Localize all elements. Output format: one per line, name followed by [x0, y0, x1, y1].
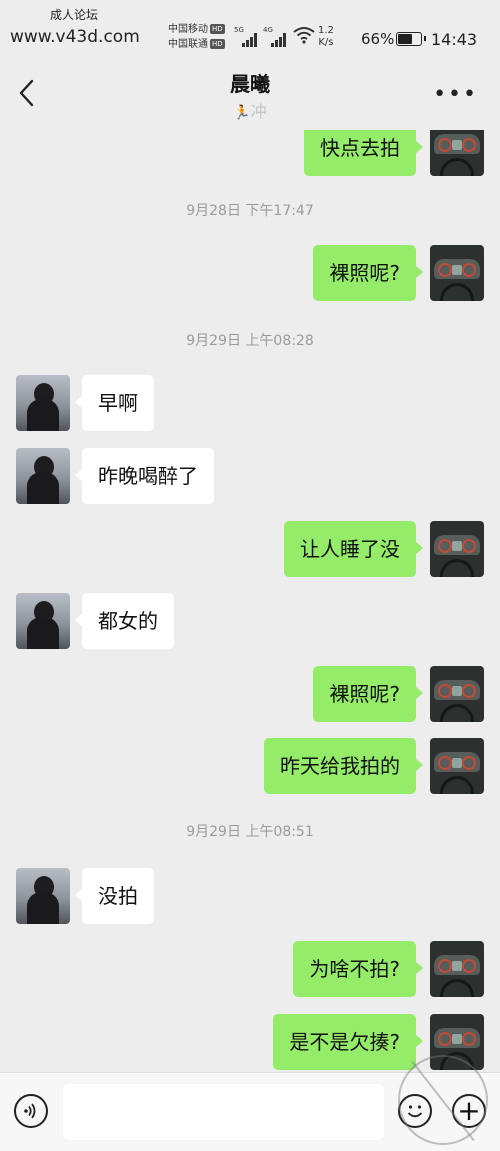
watermark-stamp: [398, 1055, 488, 1145]
timestamp: 9月28日 下午17:47: [186, 203, 314, 219]
message-bubble[interactable]: 都女的: [75, 593, 174, 649]
message-bubble[interactable]: 早啊: [75, 375, 154, 431]
contact-avatar[interactable]: [16, 868, 70, 924]
watermark-url: www.v43d.com: [10, 27, 140, 47]
message-bubble[interactable]: 昨晚喝醉了: [75, 448, 214, 504]
outgoing-message: 昨天给我拍的: [0, 738, 500, 794]
message-bubble[interactable]: 昨天给我拍的: [264, 738, 423, 794]
hd-badge: HD: [210, 24, 225, 34]
message-bubble[interactable]: 让人睡了没: [284, 521, 423, 577]
network-speed: 1.2 K/s: [318, 25, 334, 48]
contact-avatar[interactable]: [16, 448, 70, 504]
incoming-message: 早啊: [0, 375, 500, 431]
contact-status: 🏃冲: [233, 102, 267, 121]
outgoing-message: 裸照呢?: [0, 245, 500, 301]
battery-percent: 66%: [361, 30, 395, 48]
incoming-message: 没拍: [0, 868, 500, 924]
timestamp: 9月29日 上午08:51: [186, 824, 314, 840]
status-bar: 成人论坛 www.v43d.com 中国移动 HD 中国联通 HD 5G 4G 1.…: [0, 0, 500, 60]
message-input[interactable]: [63, 1084, 384, 1140]
status-icon: 🏃: [233, 105, 251, 121]
contact-avatar[interactable]: [16, 375, 70, 431]
my-avatar[interactable]: [430, 666, 484, 722]
my-avatar[interactable]: [430, 521, 484, 577]
hd-badge: HD: [210, 39, 225, 49]
signal-icon: [271, 28, 287, 47]
message-bubble[interactable]: 裸照呢?: [313, 245, 423, 301]
message-bubble[interactable]: 裸照呢?: [313, 666, 423, 722]
signal-icon: [242, 28, 258, 47]
timestamp: 9月29日 上午08:28: [186, 333, 314, 349]
carrier-2: 中国联通: [168, 39, 208, 50]
contact-avatar[interactable]: [16, 593, 70, 649]
outgoing-message: 快点去拍: [0, 130, 500, 176]
clock: 14:43: [431, 30, 478, 49]
contact-name: 晨曦: [230, 72, 270, 96]
watermark-title: 成人论坛: [50, 8, 99, 22]
outgoing-message: 让人睡了没: [0, 521, 500, 577]
my-avatar[interactable]: [430, 245, 484, 301]
message-list[interactable]: 快点去拍 9月28日 下午17:47 裸照呢? 9月29日 上午08:28 早啊昨晚喝醉…: [0, 130, 500, 1072]
carrier-1: 中国移动: [168, 24, 208, 35]
more-icon[interactable]: •••: [433, 82, 478, 107]
incoming-message: 昨晚喝醉了: [0, 448, 500, 504]
carrier-info: 中国移动 HD 中国联通 HD: [168, 22, 225, 52]
chat-header: 晨曦 🏃冲 •••: [0, 60, 500, 130]
outgoing-message: 为啥不拍?: [0, 941, 500, 997]
outgoing-message: 裸照呢?: [0, 666, 500, 722]
my-avatar[interactable]: [430, 941, 484, 997]
my-avatar[interactable]: [430, 130, 484, 176]
battery-icon: [396, 32, 426, 46]
voice-icon[interactable]: [14, 1094, 48, 1128]
message-bubble[interactable]: 快点去拍: [304, 130, 423, 176]
message-bubble[interactable]: 没拍: [75, 868, 154, 924]
message-bubble[interactable]: 为啥不拍?: [293, 941, 423, 997]
message-bubble[interactable]: 是不是欠揍?: [273, 1014, 423, 1070]
my-avatar[interactable]: [430, 738, 484, 794]
incoming-message: 都女的: [0, 593, 500, 649]
wifi-icon: [293, 27, 315, 44]
